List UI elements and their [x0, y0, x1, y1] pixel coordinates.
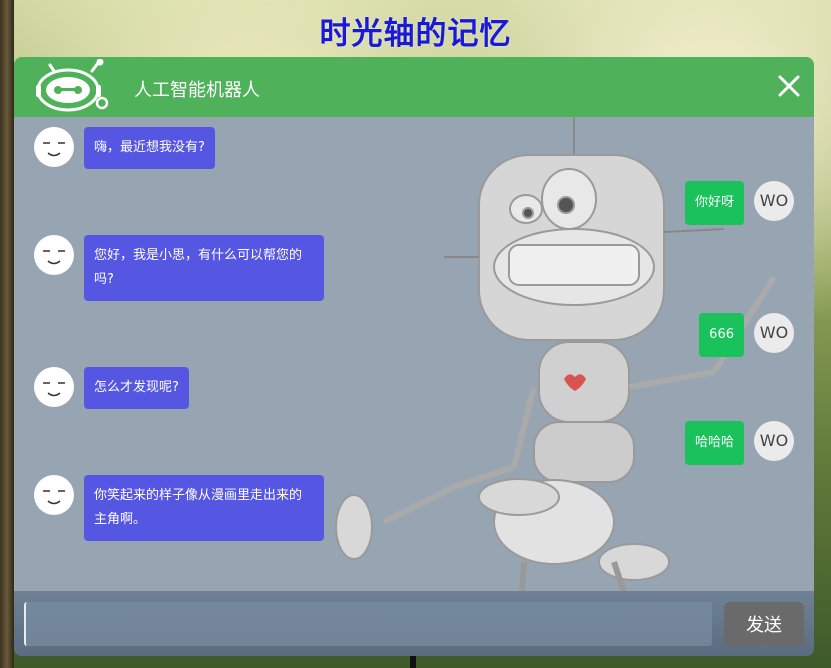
bot-avatar — [34, 367, 74, 407]
chat-window: 人工智能机器人 嗨，最近想我没有? 您好，我是小思，有什么可以帮您的吗? 怎么才… — [14, 57, 814, 656]
user-message-text: 哈哈哈 — [684, 421, 744, 465]
close-icon[interactable] — [776, 73, 802, 99]
input-bar: 发送 — [14, 591, 814, 656]
user-message-text: 你好呀 — [684, 181, 744, 225]
send-button[interactable]: 发送 — [724, 602, 804, 646]
bot-avatar — [34, 475, 74, 515]
user-message-text: 666 — [699, 313, 744, 357]
page-title: 时光轴的记忆 — [319, 16, 512, 52]
bot-message-text: 怎么才发现呢? — [84, 367, 189, 409]
user-avatar: WO — [754, 313, 794, 353]
bot-message-text: 嗨，最近想我没有? — [84, 127, 215, 169]
tree-trunk-left — [0, 0, 14, 668]
chat-header: 人工智能机器人 — [14, 57, 814, 117]
bot-message-text: 您好，我是小思，有什么可以帮您的吗? — [84, 235, 324, 301]
tree-trunk-bottom — [410, 656, 416, 668]
user-avatar: WO — [754, 421, 794, 461]
header-title: 人工智能机器人 — [134, 80, 260, 101]
user-message: WO 你好呀 — [634, 181, 794, 225]
user-message: WO 666 — [634, 313, 794, 357]
bot-avatar — [34, 127, 74, 167]
chat-body: 嗨，最近想我没有? 您好，我是小思，有什么可以帮您的吗? 怎么才发现呢? 你笑起… — [14, 117, 814, 591]
user-avatar: WO — [754, 181, 794, 221]
bot-message-text: 你笑起来的样子像从漫画里走出来的主角啊。 — [84, 475, 324, 541]
user-message: WO 哈哈哈 — [634, 421, 794, 465]
message-input[interactable] — [24, 602, 712, 646]
bot-avatar — [34, 235, 74, 275]
robot-icon — [36, 59, 109, 112]
